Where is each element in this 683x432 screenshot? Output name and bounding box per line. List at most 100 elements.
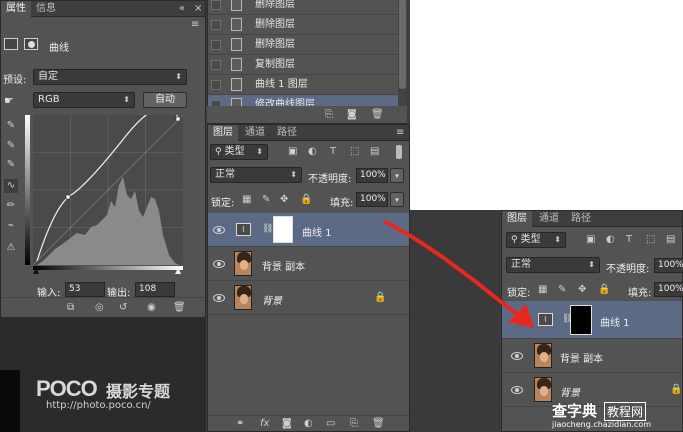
new-snapshot-icon[interactable]: ⎘: [325, 109, 333, 121]
filter-toggle[interactable]: [396, 145, 402, 159]
curve-point-tool-icon[interactable]: ∿: [4, 179, 18, 193]
curves-graph[interactable]: [33, 115, 183, 273]
opacity-stepper[interactable]: ▾: [390, 168, 404, 183]
visibility-icon[interactable]: ◉: [147, 302, 156, 314]
clip-to-layer-icon[interactable]: ⧉: [67, 302, 74, 314]
history-checkbox[interactable]: [211, 0, 221, 10]
preset-dropdown[interactable]: 自定 ⬍: [33, 69, 187, 85]
history-item[interactable]: 删除图层: [208, 35, 398, 55]
properties-title: 曲线: [49, 43, 69, 54]
add-mask-icon[interactable]: ◙: [282, 418, 292, 430]
filter-type-icon[interactable]: T: [626, 234, 632, 246]
lock-all-icon[interactable]: 🔒: [300, 194, 312, 206]
layer-name: 背景: [262, 296, 282, 307]
new-group-icon[interactable]: ▭: [326, 418, 335, 430]
eye-icon[interactable]: [511, 386, 523, 394]
layer-row-curves[interactable]: ⌇ ⛓ 曲线 1: [208, 213, 409, 247]
white-slider-icon[interactable]: ▲: [175, 266, 181, 275]
blend-mode-dropdown[interactable]: 正常 ⬍: [210, 167, 302, 183]
tab-layers[interactable]: 图层: [208, 125, 238, 141]
fill-stepper[interactable]: ▾: [390, 192, 404, 207]
history-item[interactable]: 删除图层: [208, 15, 398, 35]
tab-properties[interactable]: 属性: [1, 1, 31, 17]
eye-icon[interactable]: [213, 226, 225, 234]
history-item[interactable]: 曲线 1 图层: [208, 75, 398, 95]
lock-all-icon[interactable]: 🔒: [598, 284, 610, 296]
camera-icon[interactable]: ◙: [347, 109, 357, 121]
layer-row-background-copy[interactable]: 背景 副本: [502, 339, 682, 373]
eye-icon[interactable]: [213, 260, 225, 268]
lock-pixels-icon[interactable]: ✎: [262, 194, 270, 206]
filter-smart-icon[interactable]: ▤: [370, 146, 379, 158]
trash-icon[interactable]: 🗑: [372, 418, 385, 430]
filter-pixel-icon[interactable]: ▣: [586, 234, 595, 246]
filter-adjust-icon[interactable]: ◐: [308, 146, 317, 158]
hand-tool-icon[interactable]: ☛: [4, 94, 14, 107]
new-layer-icon[interactable]: ⎘: [350, 418, 358, 430]
fill-field[interactable]: 100%: [654, 282, 683, 297]
history-label: 删除图层: [255, 39, 295, 50]
auto-button[interactable]: 自动: [143, 92, 187, 108]
mask-icon[interactable]: [24, 38, 38, 50]
new-adjustment-icon[interactable]: ◐: [304, 418, 313, 430]
tab-paths[interactable]: 路径: [272, 125, 302, 141]
eyedropper-white-icon[interactable]: ✎: [4, 158, 18, 172]
filter-pixel-icon[interactable]: ▣: [288, 146, 297, 158]
layer-filter-dropdown[interactable]: ⚲ 类型 ⬍: [210, 144, 268, 160]
tab-channels[interactable]: 通道: [240, 125, 270, 141]
filter-smart-icon[interactable]: ▤: [666, 234, 675, 246]
filter-adjust-icon[interactable]: ◐: [606, 234, 615, 246]
trash-icon[interactable]: 🗑: [371, 109, 384, 121]
lock-transparent-icon[interactable]: ▦: [242, 194, 251, 206]
layer-mask-thumb[interactable]: [570, 305, 592, 335]
eye-icon[interactable]: [213, 294, 225, 302]
layer-mask-thumb[interactable]: [273, 216, 293, 243]
close-icon[interactable]: ×: [194, 3, 202, 15]
filter-shape-icon[interactable]: ⬚: [350, 146, 359, 158]
history-item[interactable]: 删除图层: [208, 0, 398, 15]
eyedropper-gray-icon[interactable]: ✎: [4, 139, 18, 153]
layer-row-background[interactable]: 背景 🔒: [208, 281, 409, 315]
chevron-down-icon: ⬍: [256, 147, 263, 156]
history-checkbox[interactable]: [211, 80, 221, 90]
reset-icon[interactable]: ↺: [119, 302, 127, 314]
panel-menu-icon[interactable]: ≡: [396, 127, 404, 139]
history-checkbox[interactable]: [211, 20, 221, 30]
trash-icon[interactable]: 🗑: [173, 302, 186, 314]
collapse-icon[interactable]: «: [179, 3, 185, 15]
link-icon[interactable]: ⛓: [262, 224, 273, 234]
tab-paths[interactable]: 路径: [566, 211, 596, 227]
fill-field[interactable]: 100%: [356, 192, 388, 207]
lock-position-icon[interactable]: ✥: [578, 284, 586, 296]
history-item[interactable]: 复制图层: [208, 55, 398, 75]
lock-icon: 🔒: [670, 384, 683, 395]
smooth-icon[interactable]: ⌁: [4, 219, 18, 233]
link-layers-icon[interactable]: ⚭: [236, 418, 244, 430]
view-previous-icon[interactable]: ◎: [95, 302, 104, 314]
layer-row-background-copy[interactable]: 背景 副本: [208, 247, 409, 281]
black-slider-icon[interactable]: ▲: [33, 266, 39, 275]
panel-menu-icon[interactable]: ≡: [191, 19, 199, 31]
eye-icon[interactable]: [511, 352, 523, 360]
clipping-warning-icon[interactable]: ⚠: [4, 241, 18, 255]
lock-position-icon[interactable]: ✥: [280, 194, 288, 206]
channel-dropdown[interactable]: RGB ⬍: [33, 92, 135, 108]
filter-type-icon[interactable]: T: [330, 146, 336, 158]
pencil-icon[interactable]: ✏: [4, 199, 18, 213]
history-checkbox[interactable]: [211, 40, 221, 50]
filter-shape-icon[interactable]: ⬚: [646, 234, 655, 246]
output-field[interactable]: 108: [135, 282, 175, 297]
poco-brand: POCO: [36, 376, 98, 401]
photo-edge: [0, 370, 20, 432]
opacity-field[interactable]: 100%: [654, 258, 683, 273]
lock-pixels-icon[interactable]: ✎: [558, 284, 566, 296]
history-label: 删除图层: [255, 19, 295, 30]
tab-info[interactable]: 信息: [31, 1, 61, 17]
history-scrollbar[interactable]: [398, 0, 407, 107]
history-checkbox[interactable]: [211, 60, 221, 70]
opacity-field[interactable]: 100%: [356, 168, 388, 183]
eyedropper-black-icon[interactable]: ✎: [4, 119, 18, 133]
input-field[interactable]: 53: [65, 282, 105, 297]
fx-icon[interactable]: fx: [260, 418, 269, 430]
layer-name: 曲线 1: [302, 228, 332, 239]
